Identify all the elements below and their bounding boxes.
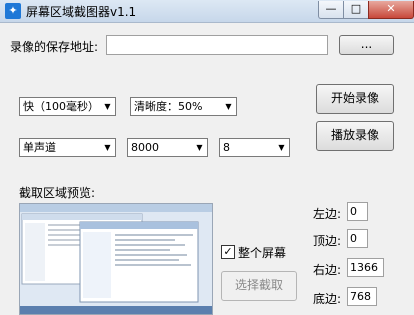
bits-value: 8 (223, 141, 230, 154)
save-path-label: 录像的保存地址: (10, 40, 99, 54)
minimize-button[interactable]: — (318, 1, 344, 19)
select-region-button[interactable]: 选择截取 (221, 271, 297, 301)
sample-rate-select[interactable]: 8000 ▼ (127, 138, 208, 157)
bits-select[interactable]: 8 ▼ (219, 138, 290, 157)
top-label: 顶边: (313, 234, 342, 248)
speed-select[interactable]: 快（100毫秒） ▼ (19, 97, 116, 116)
bottom-label: 底边: (313, 292, 342, 306)
browse-button[interactable]: ... (339, 35, 394, 55)
channel-value: 单声道 (23, 141, 56, 154)
speed-value: 快（100毫秒） (23, 100, 99, 113)
title-bar: ✦ 屏幕区域截图器v1.1 — □ ✕ (0, 0, 414, 23)
right-input[interactable]: 1366 (347, 258, 384, 277)
channel-select[interactable]: 单声道 ▼ (19, 138, 116, 157)
right-label: 右边: (313, 263, 342, 277)
minimize-icon: — (325, 2, 337, 15)
start-record-button[interactable]: 开始录像 (316, 84, 394, 114)
quality-select[interactable]: 清晰度：50% ▼ (130, 97, 237, 116)
sample-rate-value: 8000 (131, 141, 159, 154)
fullscreen-checkbox[interactable]: ✓ (221, 245, 235, 259)
chevron-down-icon: ▼ (221, 98, 236, 115)
preview-label: 截取区域预览: (19, 186, 96, 200)
save-path-input[interactable] (106, 35, 328, 55)
maximize-icon: □ (350, 2, 362, 15)
play-record-button[interactable]: 播放录像 (316, 121, 394, 151)
window-title: 屏幕区域截图器v1.1 (26, 5, 137, 19)
left-label: 左边: (313, 207, 342, 221)
close-icon: ✕ (386, 2, 396, 15)
chevron-down-icon: ▼ (100, 139, 115, 156)
maximize-button[interactable]: □ (343, 1, 369, 19)
fullscreen-label: 整个屏幕 (238, 246, 287, 260)
region-preview-image (19, 203, 213, 315)
bird-icon: ✦ (5, 3, 21, 19)
left-input[interactable]: 0 (347, 202, 368, 221)
top-input[interactable]: 0 (347, 229, 368, 248)
close-button[interactable]: ✕ (368, 1, 414, 19)
chevron-down-icon: ▼ (274, 139, 289, 156)
chevron-down-icon: ▼ (100, 98, 115, 115)
bottom-input[interactable]: 768 (347, 287, 377, 306)
quality-value: 清晰度：50% (134, 100, 203, 113)
chevron-down-icon: ▼ (192, 139, 207, 156)
